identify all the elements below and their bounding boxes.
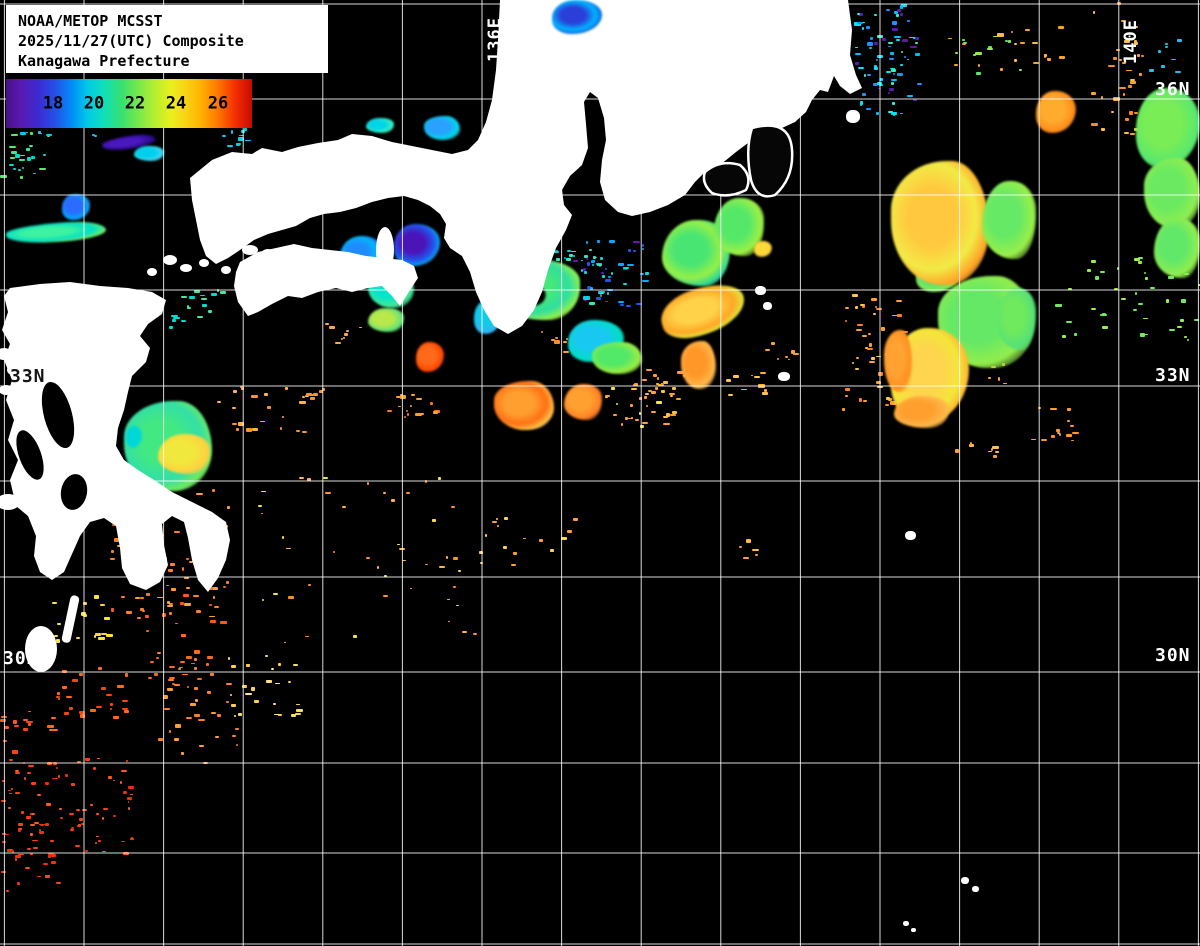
- colorbar-tick: 24: [166, 95, 186, 112]
- coordinate-labels: 36N 33N 30N 30N 33N 136E 140E: [0, 0, 1200, 946]
- longitude-label: 140E: [1123, 19, 1140, 64]
- colorbar-tick: 22: [125, 95, 145, 112]
- latitude-label: 36N: [1155, 81, 1191, 99]
- sst-map: 36N 33N 30N 30N 33N 136E 140E NOAA/METOP MCSST…: [0, 0, 1200, 946]
- title-line-2: 2025/11/27(UTC) Composite: [18, 32, 328, 52]
- latitude-label: 30N: [3, 650, 39, 668]
- title-line-3: Kanagawa Prefecture: [18, 52, 328, 72]
- sst-colorbar: 18 20 22 24 26: [6, 79, 252, 128]
- colorbar-tick: 18: [43, 95, 63, 112]
- colorbar-tick: 26: [208, 95, 228, 112]
- title-box: NOAA/METOP MCSST 2025/11/27(UTC) Composi…: [6, 5, 328, 73]
- title-line-1: NOAA/METOP MCSST: [18, 12, 328, 32]
- latitude-label: 33N: [10, 368, 46, 386]
- colorbar-tick: 20: [84, 95, 104, 112]
- latitude-label: 30N: [1155, 647, 1191, 665]
- longitude-label: 136E: [487, 17, 504, 62]
- latitude-label: 33N: [1155, 367, 1191, 385]
